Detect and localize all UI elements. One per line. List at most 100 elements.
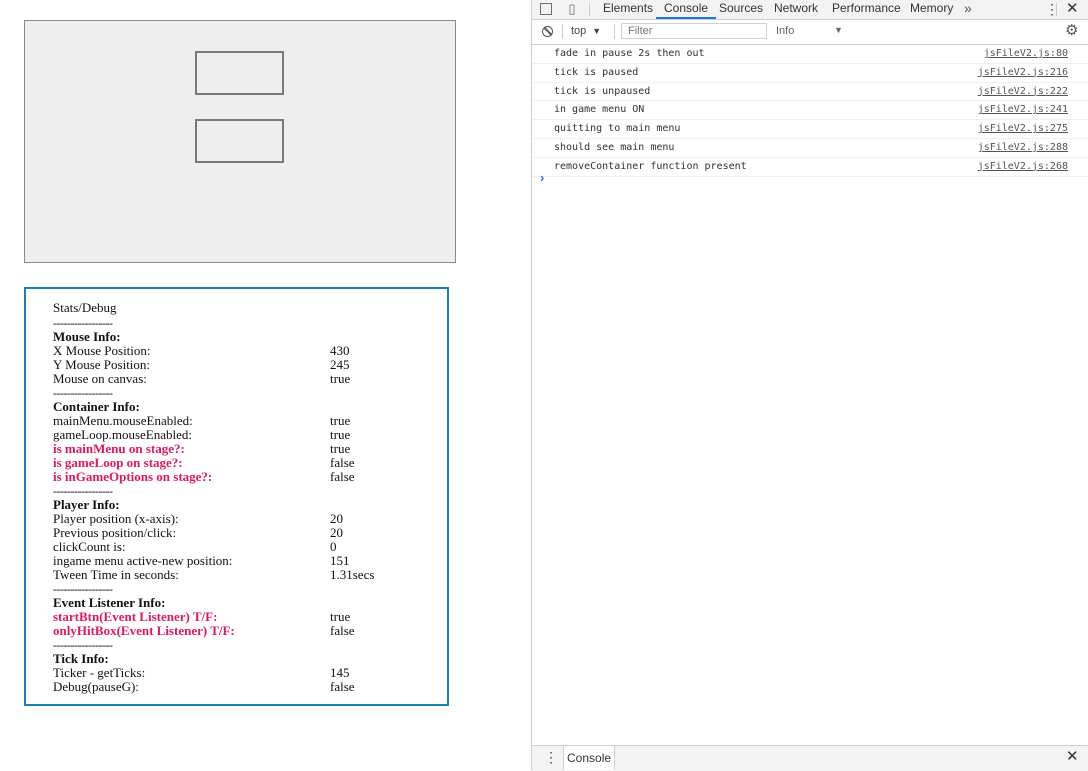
stat-row-highlight: onlyHitBox(Event Listener) T/F: false	[53, 624, 437, 638]
console-message: tick is paused jsFileV2.js:216	[532, 64, 1088, 83]
message-source-link[interactable]: jsFileV2.js:268	[978, 158, 1068, 176]
message-text: tick is paused	[554, 66, 639, 78]
stat-row: clickCount is: 0	[53, 540, 437, 554]
close-icon[interactable]: ✕	[1066, 748, 1079, 766]
stat-value: 245	[330, 357, 350, 372]
stat-row: Ticker - getTicks: 145	[53, 666, 437, 680]
stat-value: true	[330, 609, 351, 624]
toolbar-divider	[589, 3, 590, 16]
stat-value: false	[330, 623, 355, 638]
separator: -----------------	[53, 484, 113, 498]
stat-row-highlight: startBtn(Event Listener) T/F: true	[53, 610, 437, 624]
tab-console[interactable]: Console	[656, 0, 717, 19]
stat-label: Mouse on canvas:	[53, 371, 147, 386]
stat-row: gameLoop.mouseEnabled: true	[53, 428, 437, 442]
inspect-element-icon[interactable]	[540, 3, 552, 15]
stat-row: ingame menu active-new position: 151	[53, 554, 437, 568]
console-message: tick is unpaused jsFileV2.js:222	[532, 83, 1088, 102]
toolbar-divider	[1056, 3, 1057, 16]
console-toolbar: top ▼ Info ▼ ⚙	[532, 20, 1088, 45]
stat-label: Ticker - getTicks:	[53, 665, 146, 680]
stat-row: Mouse on canvas: true	[53, 372, 437, 386]
toolbar-divider	[562, 24, 563, 39]
stat-row: Tween Time in seconds: 1.31secs	[53, 568, 437, 582]
stat-value: false	[330, 679, 355, 694]
stat-row: X Mouse Position: 430	[53, 344, 437, 358]
tab-performance[interactable]: Performance	[832, 0, 901, 19]
canvas-menu-button-1[interactable]	[195, 51, 284, 95]
message-text: tick is unpaused	[554, 85, 651, 97]
container-info-header: Container Info:	[53, 399, 140, 414]
stat-value: 151	[330, 553, 350, 568]
tab-memory[interactable]: Memory	[910, 0, 953, 19]
separator: -----------------	[53, 638, 113, 652]
stat-label: Tween Time in seconds:	[53, 567, 179, 582]
console-prompt-icon[interactable]: ›	[540, 170, 544, 185]
stat-row: Debug(pauseG): false	[53, 680, 437, 694]
chevron-down-icon: ▼	[592, 26, 602, 36]
filter-input[interactable]	[621, 23, 767, 39]
console-message: should see main menu jsFileV2.js:288	[532, 139, 1088, 158]
stats-debug-panel: Stats/Debug ----------------- Mouse Info…	[24, 287, 449, 706]
close-icon[interactable]: ✕	[1066, 0, 1079, 17]
stat-row: Previous position/click: 20	[53, 526, 437, 540]
stat-value: 430	[330, 343, 350, 358]
separator: -----------------	[53, 316, 113, 330]
message-source-link[interactable]: jsFileV2.js:216	[978, 64, 1068, 82]
stat-label: is gameLoop on stage?:	[53, 455, 183, 470]
stat-label: clickCount is:	[53, 539, 126, 554]
message-text: removeContainer function present	[554, 160, 747, 172]
stat-row: Y Mouse Position: 245	[53, 358, 437, 372]
stat-row-highlight: is gameLoop on stage?: false	[53, 456, 437, 470]
stat-value: 145	[330, 665, 350, 680]
console-message: fade in pause 2s then out jsFileV2.js:80	[532, 45, 1088, 64]
tab-sources[interactable]: Sources	[719, 0, 763, 19]
clear-console-icon[interactable]	[542, 26, 553, 37]
stat-row: Player position (x-axis): 20	[53, 512, 437, 526]
more-tabs-icon[interactable]: »	[964, 0, 972, 16]
tab-elements[interactable]: Elements	[603, 0, 653, 19]
stat-value: true	[330, 427, 351, 442]
log-level-value: Info	[776, 25, 795, 37]
mouse-info-header: Mouse Info:	[53, 329, 121, 344]
drawer-tab-console[interactable]: Console	[563, 746, 616, 770]
message-source-link[interactable]: jsFileV2.js:241	[978, 101, 1068, 119]
chevron-down-icon: ▼	[834, 25, 843, 35]
stat-value: 0	[330, 539, 337, 554]
stat-label: gameLoop.mouseEnabled:	[53, 427, 192, 442]
stat-label: startBtn(Event Listener) T/F:	[53, 609, 218, 624]
stat-label: mainMenu.mouseEnabled:	[53, 413, 193, 428]
message-text: quitting to main menu	[554, 123, 681, 135]
message-text: in game menu ON	[554, 104, 645, 116]
stat-row-highlight: is mainMenu on stage?: true	[53, 442, 437, 456]
kebab-menu-icon[interactable]: ⋮	[544, 748, 558, 766]
stat-value: false	[330, 469, 355, 484]
device-toolbar-icon[interactable]: ▯	[565, 2, 579, 16]
context-value: top	[571, 25, 587, 37]
stat-value: true	[330, 413, 351, 428]
message-source-link[interactable]: jsFileV2.js:80	[984, 45, 1068, 63]
stat-label: Player position (x-axis):	[53, 511, 179, 526]
stat-label: X Mouse Position:	[53, 343, 151, 358]
tab-network[interactable]: Network	[774, 0, 818, 19]
stat-value: true	[330, 371, 351, 386]
stat-label: is inGameOptions on stage?:	[53, 469, 213, 484]
stat-row-highlight: is inGameOptions on stage?: false	[53, 470, 437, 484]
stat-label: Debug(pauseG):	[53, 679, 139, 694]
stat-label: onlyHitBox(Event Listener) T/F:	[53, 623, 235, 638]
stats-title: Stats/Debug	[53, 300, 117, 315]
settings-gear-icon[interactable]: ⚙	[1065, 22, 1078, 40]
context-selector[interactable]: top ▼	[571, 25, 601, 37]
message-source-link[interactable]: jsFileV2.js:222	[978, 83, 1068, 101]
message-source-link[interactable]: jsFileV2.js:288	[978, 139, 1068, 157]
stat-label: ingame menu active-new position:	[53, 553, 233, 568]
stat-value: 1.31secs	[330, 567, 375, 582]
devtools-drawer: ⋮ Console ✕	[532, 745, 1088, 771]
log-level-selector[interactable]: Info ▼	[776, 25, 846, 37]
stat-value: false	[330, 455, 355, 470]
console-messages: fade in pause 2s then out jsFileV2.js:80 …	[532, 45, 1088, 177]
message-source-link[interactable]: jsFileV2.js:275	[978, 120, 1068, 138]
game-canvas[interactable]	[24, 20, 456, 263]
player-info-header: Player Info:	[53, 497, 120, 512]
canvas-menu-button-2[interactable]	[195, 119, 284, 163]
